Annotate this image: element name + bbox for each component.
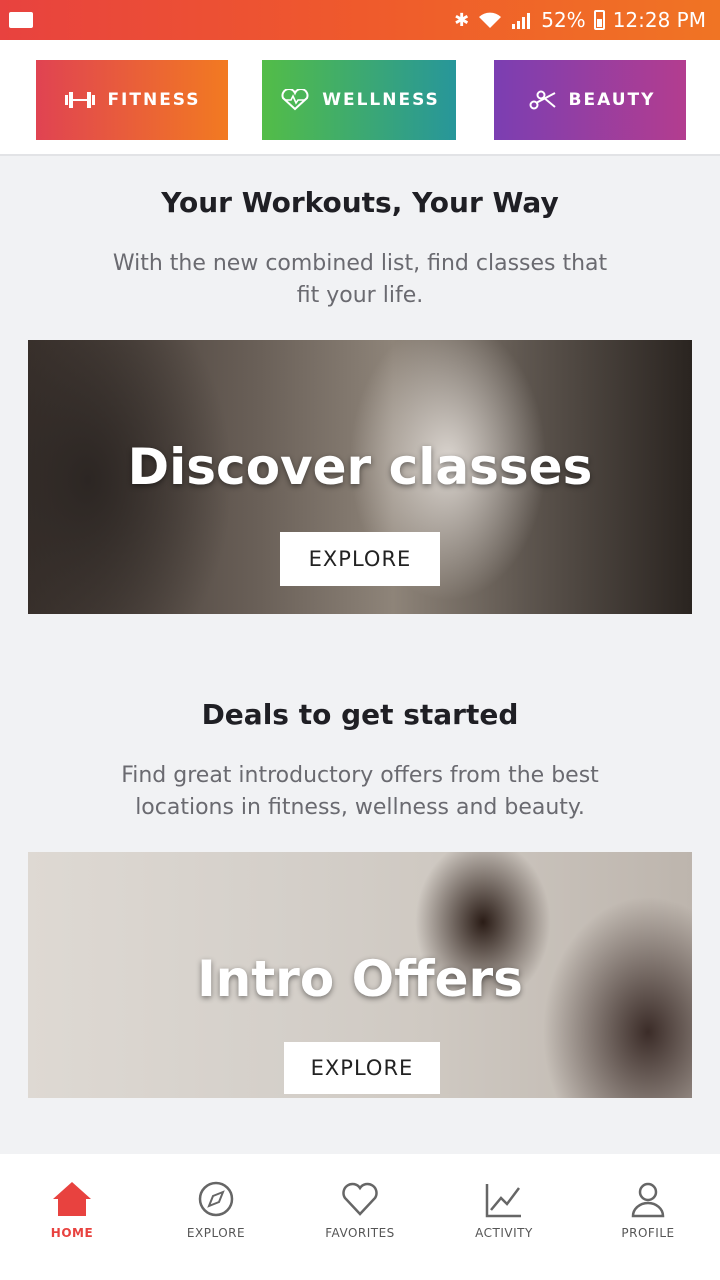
intro-offers-title: Intro Offers xyxy=(197,950,523,1008)
nav-profile[interactable]: PROFILE xyxy=(588,1176,708,1240)
explore-offers-button[interactable]: EXPLORE xyxy=(284,1042,440,1094)
home-icon xyxy=(53,1182,91,1216)
notification-icon xyxy=(9,12,33,28)
profile-icon xyxy=(631,1182,665,1218)
discover-classes-title: Discover classes xyxy=(127,438,593,496)
status-bar: ✱ 52% 12:28 PM xyxy=(0,0,720,40)
nav-explore[interactable]: EXPLORE xyxy=(156,1176,276,1240)
nav-activity[interactable]: ACTIVITY xyxy=(444,1176,564,1240)
fitness-button[interactable]: FITNESS xyxy=(36,60,228,140)
nav-explore-label: EXPLORE xyxy=(186,1226,246,1240)
section-subtitle-workouts: With the new combined list, find classes… xyxy=(112,251,608,308)
nav-favorites[interactable]: FAVORITES xyxy=(300,1176,420,1240)
status-icons: ✱ 52% 12:28 PM xyxy=(454,8,706,32)
beauty-label: BEAUTY xyxy=(568,90,656,110)
scissors-icon xyxy=(529,90,556,110)
bluetooth-icon: ✱ xyxy=(454,9,470,31)
nav-home[interactable]: HOME xyxy=(12,1176,132,1240)
compass-icon xyxy=(198,1181,234,1217)
battery-percent: 52% xyxy=(541,8,586,32)
category-bar: FITNESS WELLNESS BEAUTY xyxy=(0,40,720,156)
wellness-label: WELLNESS xyxy=(322,90,440,110)
beauty-button[interactable]: BEAUTY xyxy=(494,60,686,140)
battery-icon xyxy=(593,10,605,30)
nav-activity-label: ACTIVITY xyxy=(475,1226,533,1240)
bottom-nav: HOME EXPLORE FAVORITES ACTIVITY PROFILE xyxy=(0,1154,720,1280)
fitness-label: FITNESS xyxy=(107,90,201,110)
nav-profile-label: PROFILE xyxy=(621,1226,675,1240)
heart-icon xyxy=(342,1182,378,1216)
section-title-deals: Deals to get started xyxy=(201,698,519,731)
wellness-button[interactable]: WELLNESS xyxy=(262,60,456,140)
heart-pulse-icon xyxy=(281,89,309,111)
intro-offers-card[interactable]: Intro Offers EXPLORE xyxy=(28,852,692,1098)
nav-home-label: HOME xyxy=(50,1226,94,1240)
section-title-workouts: Your Workouts, Your Way xyxy=(161,186,559,219)
signal-icon xyxy=(512,13,531,29)
section-subtitle-deals: Find great introductory offers from the … xyxy=(121,763,599,820)
activity-chart-icon xyxy=(485,1184,521,1218)
discover-classes-card[interactable]: Discover classes EXPLORE xyxy=(28,340,692,614)
nav-favorites-label: FAVORITES xyxy=(325,1226,395,1240)
dumbbell-icon xyxy=(65,92,96,108)
wifi-icon xyxy=(479,12,502,28)
clock: 12:28 PM xyxy=(612,8,706,32)
explore-classes-button[interactable]: EXPLORE xyxy=(280,532,440,586)
